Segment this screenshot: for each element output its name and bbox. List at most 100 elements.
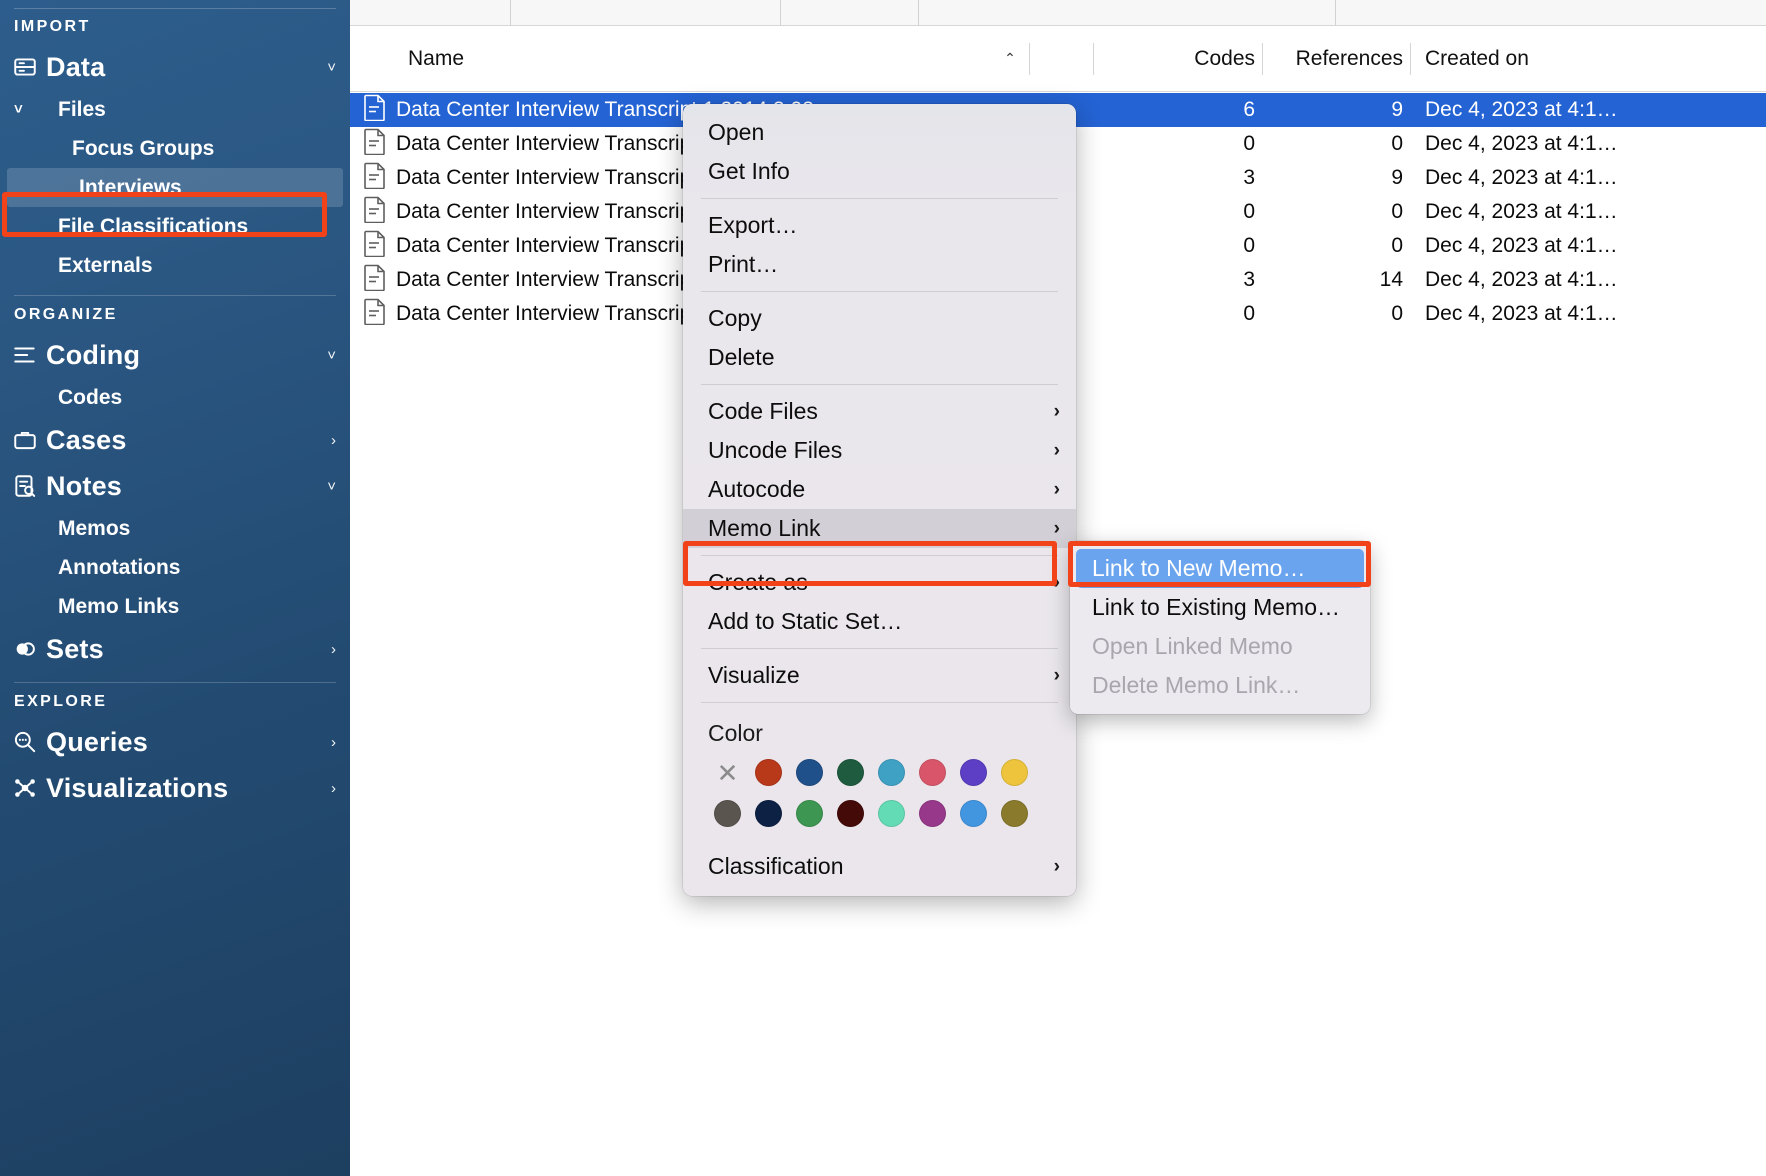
document-icon <box>364 162 386 195</box>
submenu-item-link-to-new-memo[interactable]: Link to New Memo… <box>1076 549 1364 588</box>
menu-separator <box>701 555 1058 556</box>
color-swatch-button[interactable] <box>953 759 994 786</box>
color-swatch-button[interactable] <box>871 800 912 827</box>
chevron-icon[interactable]: ˅ <box>327 478 336 495</box>
chevron-icon[interactable]: › <box>331 641 336 658</box>
color-swatch-button[interactable] <box>748 759 789 786</box>
sidebar-section-label: EXPLORE <box>14 693 108 710</box>
color-swatch-button[interactable] <box>994 759 1035 786</box>
color-swatch-button[interactable] <box>748 800 789 827</box>
menu-item-delete[interactable]: Delete <box>683 338 1076 377</box>
color-swatch-button[interactable] <box>830 800 871 827</box>
sidebar-item-focus groups[interactable]: Focus Groups <box>0 129 350 168</box>
color-swatch-button[interactable] <box>994 800 1035 827</box>
sidebar-divider <box>14 295 336 296</box>
menu-item-label: Copy <box>708 305 762 331</box>
color-swatch <box>919 800 946 827</box>
color-swatch <box>919 759 946 786</box>
menu-item-get-info[interactable]: Get Info <box>683 152 1076 191</box>
chevron-right-icon: › <box>1053 400 1060 422</box>
sidebar-group-coding[interactable]: Coding ˅ <box>0 332 350 378</box>
menu-separator <box>701 291 1058 292</box>
sidebar-group-data[interactable]: Data ˅ <box>0 44 350 90</box>
color-swatch-button[interactable] <box>912 800 953 827</box>
color-swatch-button[interactable] <box>953 800 994 827</box>
sidebar-group-sets[interactable]: Sets › <box>0 626 350 672</box>
sidebar-item-memos[interactable]: Memos <box>0 509 350 548</box>
column-header-icon-1[interactable] <box>1030 26 1094 92</box>
document-icon <box>364 196 386 229</box>
codes-count: 0 <box>1243 302 1255 325</box>
submenu-item-link-to-existing-memo[interactable]: Link to Existing Memo… <box>1070 588 1370 627</box>
sidebar-item-files[interactable]: ˅ Files <box>0 90 350 129</box>
menu-item-memo-link[interactable]: Memo Link › <box>683 509 1076 548</box>
menu-item-label: Print… <box>708 251 779 277</box>
column-header-references[interactable]: References <box>1263 26 1411 92</box>
sidebar-group-cases[interactable]: Cases › <box>0 417 350 463</box>
menu-item-label: Create as <box>708 569 808 595</box>
sidebar-item-memo links[interactable]: Memo Links <box>0 587 350 626</box>
column-header-name-label: Name <box>408 46 465 70</box>
chevron-down-icon[interactable]: ˅ <box>14 101 23 118</box>
menu-item-label: Memo Link <box>708 515 821 541</box>
created-on-value: Dec 4, 2023 at 4:1… <box>1425 268 1618 291</box>
chevron-icon[interactable]: › <box>331 734 336 751</box>
color-swatch-button[interactable] <box>912 759 953 786</box>
sidebar-item-interviews[interactable]: Interviews <box>7 168 343 207</box>
chevron-right-icon: › <box>1053 855 1060 877</box>
menu-item-label: Open <box>708 119 765 145</box>
menu-item-code-files[interactable]: Code Files › <box>683 392 1076 431</box>
sidebar-group-label: Sets <box>46 633 104 664</box>
sidebar-group-notes[interactable]: Notes ˅ <box>0 463 350 509</box>
menu-item-classification[interactable]: Classification › <box>683 847 1076 886</box>
menu-item-add-to-static-set[interactable]: Add to Static Set… <box>683 602 1076 641</box>
menu-item-autocode[interactable]: Autocode › <box>683 470 1076 509</box>
menu-item-print[interactable]: Print… <box>683 245 1076 284</box>
color-swatch <box>960 759 987 786</box>
color-swatch-button[interactable] <box>789 759 830 786</box>
column-header-created-on[interactable]: Created on <box>1411 26 1711 92</box>
sidebar-item-label: File Classifications <box>58 214 249 238</box>
color-swatch-button[interactable] <box>707 800 748 827</box>
chevron-icon[interactable]: ˅ <box>327 347 336 364</box>
document-icon <box>364 230 386 263</box>
file-name-label: Data Center Interview Transcript 6 <box>396 268 715 291</box>
sidebar-group-queries[interactable]: Queries › <box>0 719 350 765</box>
chevron-icon[interactable]: › <box>331 432 336 449</box>
codes-count: 0 <box>1243 200 1255 223</box>
references-count: 0 <box>1391 234 1403 257</box>
sidebar-item-externals[interactable]: Externals <box>0 246 350 285</box>
submenu-item-delete-memo-link[interactable]: Delete Memo Link… <box>1070 666 1370 705</box>
sidebar-item-annotations[interactable]: Annotations <box>0 548 350 587</box>
menu-item-copy[interactable]: Copy <box>683 299 1076 338</box>
column-header-name[interactable]: Name <box>350 26 990 92</box>
color-swatch-button[interactable] <box>871 759 912 786</box>
color-swatch <box>755 800 782 827</box>
color-swatch <box>878 759 905 786</box>
sidebar-group-visualizations[interactable]: Visualizations › <box>0 765 350 811</box>
chevron-icon[interactable]: ˅ <box>327 59 336 76</box>
chevron-icon[interactable]: › <box>331 780 336 797</box>
sidebar-item-codes[interactable]: Codes <box>0 378 350 417</box>
color-swatch-button[interactable] <box>830 759 871 786</box>
color-swatch <box>1001 759 1028 786</box>
codes-count: 0 <box>1243 132 1255 155</box>
color-none-button[interactable]: ✕ <box>707 759 748 786</box>
sidebar-item-file classifications[interactable]: File Classifications <box>0 207 350 246</box>
sidebar-group-label: Queries <box>46 726 148 757</box>
submenu-item-open-linked-memo[interactable]: Open Linked Memo <box>1070 627 1370 666</box>
color-swatch-grid: ✕ <box>683 751 1076 847</box>
color-swatch <box>755 759 782 786</box>
color-swatch-button[interactable] <box>789 800 830 827</box>
menu-item-visualize[interactable]: Visualize › <box>683 656 1076 695</box>
submenu-item-label: Link to Existing Memo… <box>1092 594 1340 620</box>
menu-item-open[interactable]: Open <box>683 113 1076 152</box>
menu-item-export[interactable]: Export… <box>683 206 1076 245</box>
menu-item-uncode-files[interactable]: Uncode Files › <box>683 431 1076 470</box>
sidebar-item-label: Focus Groups <box>72 136 215 160</box>
column-header-icon-2[interactable] <box>1094 26 1158 92</box>
menu-item-create-as[interactable]: Create as › <box>683 563 1076 602</box>
sort-ascending-icon[interactable]: ⌃ <box>990 26 1030 92</box>
column-header-codes[interactable]: Codes <box>1158 26 1263 92</box>
codes-count: 0 <box>1243 234 1255 257</box>
